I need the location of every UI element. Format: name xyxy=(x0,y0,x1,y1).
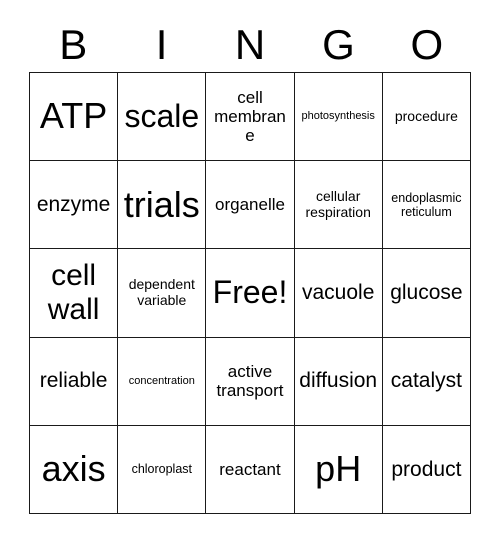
bingo-cell-label: enzyme xyxy=(36,193,111,217)
bingo-cell-r2c4[interactable]: cellular respiration xyxy=(294,161,383,250)
bingo-header-letter-g: G xyxy=(322,21,355,68)
bingo-cell-r3c2[interactable]: dependent variable xyxy=(118,249,207,338)
bingo-cell-label: cell wall xyxy=(47,259,100,326)
bingo-cell-label: reactant xyxy=(219,459,281,479)
bingo-card: B I N G O ATP scale cell membrane photos… xyxy=(0,0,500,544)
bingo-cell-label: scale xyxy=(124,97,200,134)
bingo-cell-r4c5[interactable]: catalyst xyxy=(382,337,471,426)
bingo-cell-r1c1[interactable]: ATP xyxy=(30,73,119,162)
bingo-cell-r5c2[interactable]: chloroplast xyxy=(118,425,207,514)
bingo-cell-free-space[interactable]: Free! xyxy=(206,249,295,338)
bingo-cell-label: axis xyxy=(41,448,106,490)
bingo-cell-label: organelle xyxy=(215,195,285,215)
bingo-grid: ATP scale cell membrane photosynthesis p… xyxy=(29,72,471,514)
bingo-cell-r1c3[interactable]: cell membrane xyxy=(206,73,295,162)
bingo-cell-r1c4[interactable]: photosynthesis xyxy=(294,73,383,162)
bingo-cell-label: pH xyxy=(315,448,362,490)
bingo-cell-r4c1[interactable]: reliable xyxy=(30,337,119,426)
bingo-header-letter-o: O xyxy=(410,21,444,68)
bingo-cell-label: product xyxy=(391,457,462,481)
bingo-cell-label: procedure xyxy=(394,107,458,124)
bingo-cell-r2c2[interactable]: trials xyxy=(118,161,207,250)
bingo-cell-label: vacuole xyxy=(302,281,375,305)
bingo-cell-label: diffusion xyxy=(299,369,378,393)
bingo-header-letter-b: B xyxy=(59,21,88,68)
bingo-cell-label: dependent variable xyxy=(128,276,195,308)
bingo-cell-r2c5[interactable]: endoplasmic reticulum xyxy=(382,161,471,250)
bingo-header-row: B I N G O xyxy=(29,18,471,72)
bingo-cell-label: trials xyxy=(123,183,200,225)
bingo-cell-r5c4[interactable]: pH xyxy=(294,425,383,514)
bingo-cell-r1c2[interactable]: scale xyxy=(118,73,207,162)
bingo-cell-label: cell membrane xyxy=(214,88,286,146)
bingo-cell-label: reliable xyxy=(39,369,108,393)
bingo-cell-label: endoplasmic reticulum xyxy=(391,190,462,219)
bingo-cell-r4c2[interactable]: concentration xyxy=(118,337,207,426)
bingo-cell-label: active transport xyxy=(216,362,284,401)
bingo-header-letter-n: N xyxy=(234,21,266,68)
bingo-cell-label: catalyst xyxy=(390,369,462,393)
bingo-cell-r5c5[interactable]: product xyxy=(382,425,471,514)
bingo-cell-label: chloroplast xyxy=(131,462,193,477)
bingo-cell-r5c1[interactable]: axis xyxy=(30,425,119,514)
bingo-cell-label: glucose xyxy=(390,281,463,305)
bingo-cell-r5c3[interactable]: reactant xyxy=(206,425,295,514)
bingo-cell-r3c4[interactable]: vacuole xyxy=(294,249,383,338)
bingo-cell-r1c5[interactable]: procedure xyxy=(382,73,471,162)
bingo-free-space-label: Free! xyxy=(212,274,288,311)
bingo-cell-label: cellular respiration xyxy=(305,188,371,220)
bingo-cell-label: photosynthesis xyxy=(301,110,375,123)
bingo-cell-r4c3[interactable]: active transport xyxy=(206,337,295,426)
bingo-cell-r4c4[interactable]: diffusion xyxy=(294,337,383,426)
bingo-header-letter-i: I xyxy=(155,21,168,68)
bingo-cell-r3c1[interactable]: cell wall xyxy=(30,249,119,338)
bingo-cell-r2c3[interactable]: organelle xyxy=(206,161,295,250)
bingo-cell-label: ATP xyxy=(39,95,108,137)
bingo-cell-r3c5[interactable]: glucose xyxy=(382,249,471,338)
bingo-cell-r2c1[interactable]: enzyme xyxy=(30,161,119,250)
bingo-cell-label: concentration xyxy=(128,375,195,388)
